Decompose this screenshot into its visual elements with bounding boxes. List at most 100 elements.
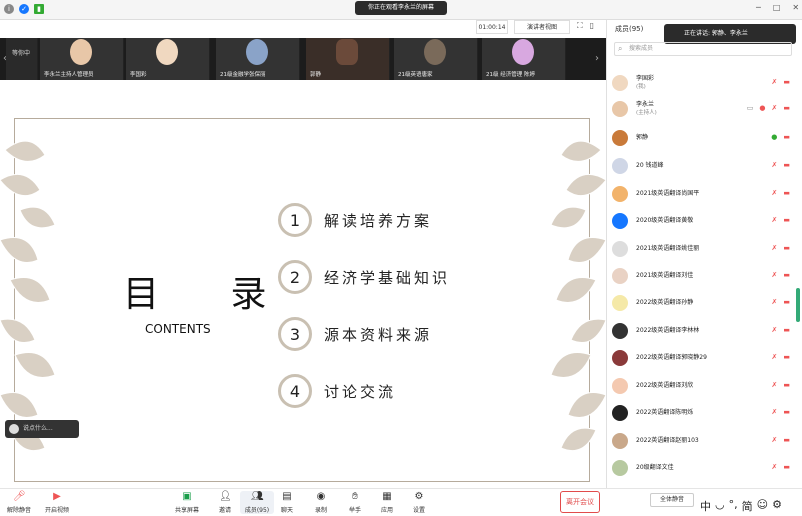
member-row[interactable]: 2021级英语翻译尚国平 ✗ ▬	[612, 183, 798, 205]
emoji-icon[interactable]: ☺	[757, 498, 768, 514]
gear-icon[interactable]: ⚙	[772, 498, 782, 514]
camera-off-icon[interactable]: ▬	[783, 298, 790, 306]
mic-off-icon[interactable]: ✗	[772, 244, 778, 252]
chevron-right-icon[interactable]: ›	[592, 50, 602, 68]
close-button[interactable]: ✕	[792, 3, 799, 12]
mic-off-icon[interactable]: ✗	[772, 189, 778, 197]
mic-off-icon[interactable]: ✗	[772, 271, 778, 279]
mic-off-icon[interactable]: ✗	[772, 104, 778, 112]
invite-button[interactable]: 👤︎ 邀请	[208, 491, 242, 514]
mic-off-icon[interactable]: ✗	[772, 161, 778, 169]
mic-off-icon[interactable]: ✗	[772, 463, 778, 471]
avatar	[612, 158, 628, 174]
record-icon: ◉	[316, 491, 326, 502]
share-screen-button[interactable]: ▣ 共享屏幕	[170, 491, 204, 514]
video-tile-waiting[interactable]: 等你中	[6, 38, 38, 80]
mic-off-icon[interactable]: ✗	[772, 408, 778, 416]
apps-button[interactable]: ▦ 应用	[370, 491, 404, 514]
member-row[interactable]: 20级翻译文佳 ✗ ▬	[612, 457, 798, 479]
member-name: 2021级英语翻译姚佳丽	[636, 245, 700, 252]
mute-button[interactable]: 🎤︎ 解除静音	[2, 491, 36, 514]
camera-off-icon[interactable]: ▬	[783, 161, 790, 169]
chat-input-pill[interactable]: 说点什么...	[5, 420, 79, 438]
members-scrollbar[interactable]	[796, 288, 800, 322]
camera-off-icon[interactable]: ▬	[783, 326, 790, 334]
ime-lang-toggle[interactable]: 中	[700, 498, 711, 514]
member-row[interactable]: 2021级英语翻译刘佳 ✗ ▬	[612, 265, 798, 287]
video-button[interactable]: ▶ 开启视频	[40, 491, 74, 514]
member-row[interactable]: 2022级英语翻译刘欣 ✗ ▬	[612, 375, 798, 397]
avatar	[156, 39, 178, 65]
top-status-icons: i ✓ ▮	[4, 4, 44, 14]
member-row[interactable]: 2021级英语翻译姚佳丽 ✗ ▬	[612, 238, 798, 260]
gear-icon: ⚙	[414, 491, 424, 502]
leave-meeting-button[interactable]: 离开会议	[560, 491, 600, 513]
member-row[interactable]: 2022英语翻译陈明烁 ✗ ▬	[612, 402, 798, 424]
moon-icon[interactable]: ◡	[715, 498, 725, 514]
camera-off-icon[interactable]: ▬	[783, 436, 790, 444]
camera-off-icon[interactable]: ▬	[783, 133, 790, 141]
member-row[interactable]: 2022级英语翻译郭晓静29 ✗ ▬	[612, 347, 798, 369]
camera-off-icon[interactable]: ▬	[783, 216, 790, 224]
slide-frame	[14, 118, 590, 482]
member-row[interactable]: 李永兰 (主持人) ▭ ● ✗ ▬	[612, 98, 798, 120]
members-button[interactable]: 👥︎ 成员(95)	[240, 491, 274, 514]
record-button[interactable]: ◉ 录制	[304, 491, 338, 514]
raise-hand-button[interactable]: ✋︎ 举手	[338, 491, 372, 514]
member-row[interactable]: 李国彩 (我) ✗ ▬	[612, 72, 798, 94]
mic-off-icon[interactable]: ✗	[772, 78, 778, 86]
avatar	[612, 323, 628, 339]
tile-name: 郭静	[310, 72, 322, 78]
video-off-icon[interactable]: ▬	[783, 104, 790, 112]
chat-button[interactable]: ▤ 聊天	[270, 491, 304, 514]
member-name: 郭静	[636, 134, 649, 141]
camera-off-icon[interactable]: ▬	[783, 271, 790, 279]
video-tile[interactable]: 21级金融学张保丽	[216, 38, 300, 80]
shield-icon[interactable]: ✓	[19, 4, 29, 14]
camera-off-icon[interactable]: ▬	[783, 244, 790, 252]
member-search-input[interactable]: ⌕ 搜索成员	[614, 42, 792, 56]
screen-share-icon: ▭	[746, 104, 754, 112]
camera-off-icon[interactable]: ▬	[783, 78, 790, 86]
camera-off-icon[interactable]: ▬	[783, 381, 790, 389]
mic-off-icon[interactable]: ✗	[772, 298, 778, 306]
minimize-button[interactable]: ─	[756, 3, 761, 12]
maximize-button[interactable]: □	[773, 3, 781, 12]
mute-all-button[interactable]: 全体静音	[650, 493, 694, 507]
camera-off-icon[interactable]: ●	[759, 104, 765, 112]
signal-icon[interactable]: ▮	[34, 4, 44, 14]
mic-off-icon[interactable]: ✗	[772, 216, 778, 224]
video-tile[interactable]: 李国彩	[126, 38, 210, 80]
settings-button[interactable]: ⚙ 设置	[402, 491, 436, 514]
member-name: 20 钱道峰	[636, 162, 664, 169]
member-row[interactable]: 2022级英语翻译李林林 ✗ ▬	[612, 320, 798, 342]
mic-on-icon[interactable]: ●	[771, 133, 777, 141]
member-row[interactable]: 2022级英语翻译孙静 ✗ ▬	[612, 292, 798, 314]
camera-off-icon[interactable]: ▬	[783, 189, 790, 197]
member-row[interactable]: 2022英语翻译赵丽103 ✗ ▬	[612, 430, 798, 452]
video-tile[interactable]: 21级英语唐家	[394, 38, 478, 80]
view-mode-button[interactable]: 演讲者视图	[514, 20, 570, 34]
camera-off-icon[interactable]: ▬	[783, 353, 790, 361]
video-tile[interactable]: 21级 经济管理 陈婷	[482, 38, 566, 80]
member-row[interactable]: 20 钱道峰 ✗ ▬	[612, 155, 798, 177]
video-tile[interactable]: 李永兰主持人管理员	[40, 38, 124, 80]
video-tile-active[interactable]: 郭静	[306, 38, 390, 80]
fullscreen-icon[interactable]: ⛶	[577, 21, 583, 31]
member-name: 2022级英语翻译李林林	[636, 327, 700, 334]
record-label: 录制	[314, 507, 327, 514]
mic-off-icon[interactable]: ✗	[772, 436, 778, 444]
punctuation-toggle[interactable]: °,	[729, 498, 738, 514]
camera-off-icon[interactable]: ▬	[783, 463, 790, 471]
share-label: 共享屏幕	[174, 507, 199, 514]
camera-off-icon[interactable]: ▬	[783, 408, 790, 416]
mic-off-icon[interactable]: ✗	[772, 353, 778, 361]
search-icon: ⌕	[618, 44, 623, 53]
member-row[interactable]: 郭静 ● ▬	[612, 127, 798, 149]
info-icon[interactable]: i	[4, 4, 14, 14]
mic-off-icon[interactable]: ✗	[772, 326, 778, 334]
ime-simplified-toggle[interactable]: 简	[742, 498, 753, 514]
member-row[interactable]: 2020级英语翻译黄敬 ✗ ▬	[612, 210, 798, 232]
layout-icon[interactable]: ▯	[590, 21, 594, 31]
mic-off-icon[interactable]: ✗	[772, 381, 778, 389]
